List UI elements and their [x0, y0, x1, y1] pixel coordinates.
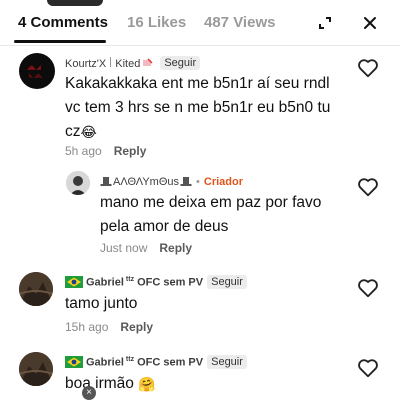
author-name[interactable]: ΑΛΘΛΥmΘus: [113, 176, 179, 188]
tab-likes[interactable]: 16 Likes: [127, 14, 186, 31]
author-name[interactable]: Gabriel ttz OFC sem PV: [86, 276, 203, 289]
comment-footer: 5h ago Reply: [65, 144, 146, 158]
close-icon[interactable]: [359, 12, 381, 34]
heart-icon[interactable]: [357, 277, 379, 299]
tab-comments[interactable]: 4 Comments: [18, 14, 108, 31]
comment-footer: 15h ago Reply: [65, 320, 153, 334]
comment-text: boa irmão 🤗: [65, 372, 156, 396]
comment-text: mano me deixa em paz por favo pela amor …: [100, 194, 322, 235]
comments-header: 4 Comments 16 Likes 487 Views: [0, 0, 400, 46]
author-name[interactable]: Gabriel ttz OFC sem PV: [86, 356, 203, 369]
brazil-flag-icon: [65, 356, 83, 368]
follow-button[interactable]: Seguir: [207, 355, 247, 369]
dismiss-icon[interactable]: ×: [82, 386, 96, 400]
timestamp: Just now: [100, 241, 148, 255]
follow-button[interactable]: Seguir: [207, 275, 247, 289]
comment-meta: Gabriel ttz OFC sem PV Seguir: [65, 275, 247, 289]
laughing-emoji-icon: 😂: [80, 124, 97, 140]
comment-meta: Kourtz'X Kited Seguir: [65, 56, 201, 70]
comment-meta: ΑΛΘΛΥmΘus • Criador: [100, 176, 243, 188]
header-divider: [0, 45, 400, 46]
creator-badge: Criador: [203, 176, 244, 188]
expand-icon[interactable]: [314, 12, 336, 34]
comment-meta: Gabriel ttz OFC sem PV Seguir: [65, 355, 247, 369]
reply-button[interactable]: Reply: [120, 320, 153, 334]
follow-button[interactable]: Seguir: [160, 56, 201, 70]
heart-icon[interactable]: [357, 176, 379, 198]
hat-icon: [180, 177, 192, 186]
comment-text: tamo junto: [65, 295, 138, 312]
sticker-icon: [143, 58, 153, 66]
avatar[interactable]: [19, 272, 53, 306]
hat-icon: [100, 177, 112, 186]
timestamp: 15h ago: [65, 320, 109, 334]
avatar[interactable]: ◢◣◢ ◣◢◣: [19, 53, 55, 89]
reply-button[interactable]: Reply: [159, 241, 192, 255]
reply-button[interactable]: Reply: [114, 144, 147, 158]
comment-text: Kakakakkaka ent me b5n1r aí seu rndl vc …: [65, 72, 365, 144]
heart-icon[interactable]: [357, 357, 379, 379]
heart-icon[interactable]: [357, 57, 379, 79]
comment-footer: Just now Reply: [100, 241, 192, 255]
hugging-emoji-icon: 🤗: [138, 376, 156, 392]
avatar[interactable]: [66, 171, 90, 195]
svg-text:◣◢◣: ◣◢◣: [29, 72, 43, 79]
active-tab-indicator: [14, 40, 106, 43]
timestamp: 5h ago: [65, 144, 102, 158]
brazil-flag-icon: [65, 276, 83, 288]
svg-text:◢◣◢: ◢◣◢: [27, 64, 41, 71]
author-name[interactable]: Kourtz'X Kited: [65, 56, 140, 70]
avatar[interactable]: [19, 352, 53, 386]
tab-views[interactable]: 487 Views: [204, 14, 275, 31]
